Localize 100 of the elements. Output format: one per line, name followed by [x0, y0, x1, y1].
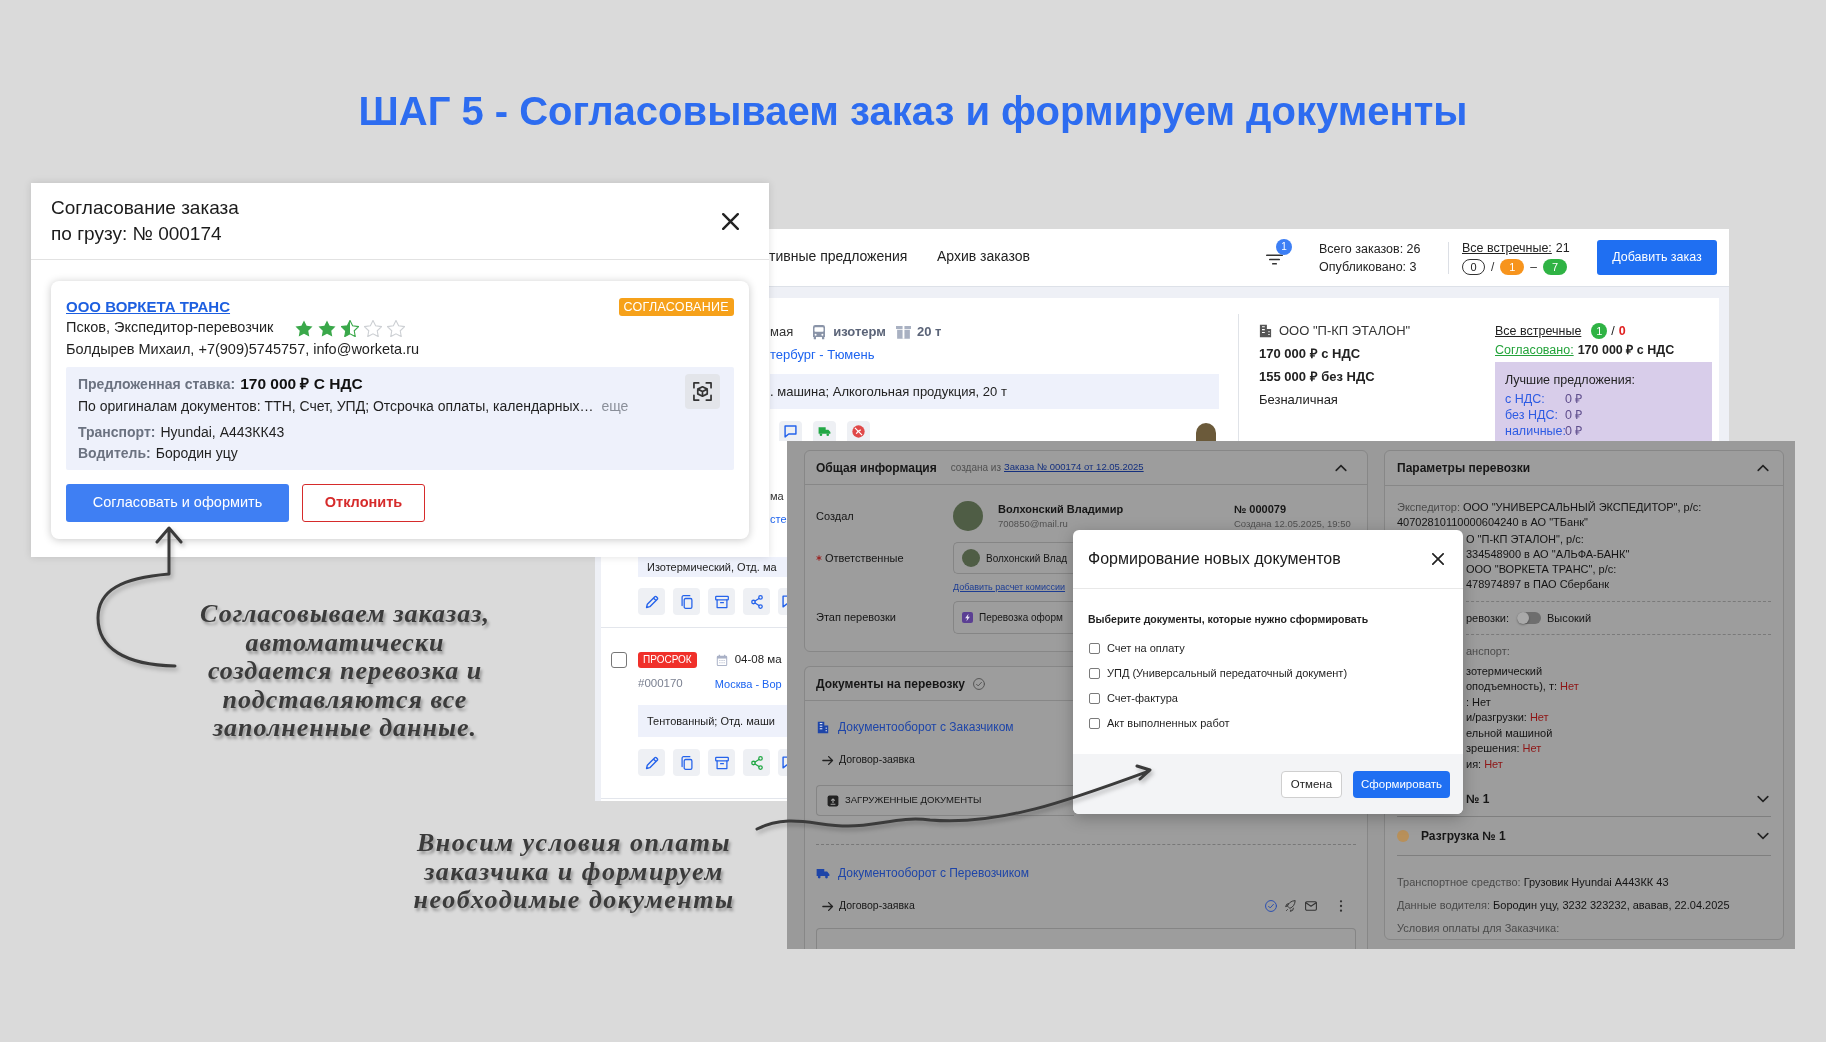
- rejected-count: 0: [1618, 322, 1626, 340]
- checkbox[interactable]: [1089, 643, 1100, 654]
- truck-icon: [818, 424, 831, 438]
- field-value: Высокий: [1547, 610, 1592, 626]
- field-label: ия:: [1466, 756, 1482, 772]
- building-icon: [1259, 324, 1272, 338]
- annotation-text: Согласовываем заказаз, автоматически создается перевозка и подставляются все заполненные данные.: [199, 600, 491, 743]
- chevron-down-icon[interactable]: [1757, 831, 1769, 840]
- tab[interactable]: тивные предложения: [769, 229, 908, 287]
- created-date: Создана 12.05.2025, 19:50: [1234, 517, 1351, 530]
- cancel-button[interactable]: Отмена: [1281, 771, 1342, 798]
- source-label: создана из: [950, 461, 1001, 475]
- route-link[interactable]: сте: [770, 512, 787, 526]
- building-icon: [816, 720, 830, 734]
- chevron-down-icon[interactable]: [1757, 794, 1769, 803]
- cancel-button[interactable]: [847, 421, 870, 441]
- approve-button[interactable]: Согласовать и оформить: [66, 484, 289, 522]
- detail-value: Бородин уцу: [155, 443, 238, 463]
- chevron-up-icon[interactable]: [1335, 463, 1347, 472]
- count-chip: 1: [1500, 259, 1525, 275]
- contact-text: Болдырев Михаил, +7(909)5745757, info@worketa.ru: [66, 340, 420, 360]
- chat-button[interactable]: [779, 421, 802, 441]
- scan-button[interactable]: [685, 374, 720, 409]
- truck-button[interactable]: [813, 421, 836, 441]
- mail-icon[interactable]: [1305, 901, 1317, 911]
- route-link[interactable]: Москва - Вор: [714, 675, 782, 693]
- checkbox[interactable]: [1089, 668, 1100, 679]
- copy-button[interactable]: [673, 749, 700, 776]
- agreed-link[interactable]: Согласовано:: [1495, 340, 1574, 360]
- filter-icon[interactable]: [1266, 253, 1283, 265]
- lightning-icon: [962, 612, 973, 623]
- checkbox[interactable]: [1089, 693, 1100, 704]
- cancel-icon: [852, 424, 865, 438]
- chat-icon: [784, 424, 797, 438]
- field-value: Бородин уцу, 3232 323232, ававав, 22.04.2025: [1493, 898, 1730, 914]
- star-icon: [295, 319, 314, 337]
- order-date: 04-08 ма: [734, 652, 782, 668]
- order-stat: Всего заказов: 26: [1319, 240, 1421, 258]
- counter-offers-link[interactable]: Все встречные:: [1462, 238, 1552, 258]
- add-commission-link[interactable]: Добавить расчет комиссии: [953, 580, 1066, 594]
- field-label: Транспортное средство:: [1397, 875, 1521, 891]
- close-icon[interactable]: [722, 212, 739, 230]
- generate-button[interactable]: Сформировать: [1353, 771, 1450, 798]
- cube-icon: [693, 382, 712, 401]
- upload-label: ЗАГРУЖЕННЫЕ ДОКУМЕНТЫ: [845, 793, 982, 808]
- edit-button[interactable]: [638, 749, 665, 776]
- close-icon[interactable]: [1432, 553, 1444, 565]
- avatar-photo: [962, 549, 980, 567]
- kebab-menu-icon[interactable]: [1339, 900, 1343, 912]
- source-link[interactable]: Заказа № 000174 от 12.05.2025: [1004, 460, 1144, 475]
- field-value: 334548900 в АО "АЛЬФА-БАНК": [1466, 547, 1630, 562]
- field-value: 478974897 в ПАО Сбербанк: [1466, 577, 1610, 592]
- field-value: О "П-КП ЭТАЛОН", р/с:: [1466, 532, 1584, 547]
- field-value: Волхонский Влад: [986, 551, 1068, 566]
- route-link[interactable]: тербург - Тюмень: [770, 345, 875, 365]
- chevron-up-icon[interactable]: [1757, 464, 1769, 472]
- option-label: Акт выполненных работ: [1107, 716, 1230, 732]
- field-label: Данные водителя:: [1397, 898, 1491, 914]
- more-link[interactable]: еще: [601, 395, 629, 417]
- checkbox[interactable]: [611, 652, 627, 668]
- toggle-switch[interactable]: [1517, 612, 1541, 624]
- archive-button[interactable]: [708, 588, 735, 615]
- avatar-photo: [953, 501, 983, 531]
- order-date: ма: [770, 489, 784, 503]
- rate-label: Предложенная ставка:: [78, 374, 236, 394]
- company-description: Псков, Экспедитор-перевозчик: [66, 318, 274, 338]
- creator-email: 700850@mail.ru: [998, 517, 1068, 530]
- field-label: Этап перевозки: [816, 610, 896, 626]
- offer-value: 0 ₽: [1565, 422, 1583, 440]
- responsible-field[interactable]: Волхонский Влад: [953, 542, 1073, 574]
- archive-button[interactable]: [708, 749, 735, 776]
- price-text: 170 000 ₽ с НДС: [1259, 345, 1361, 363]
- edit-button[interactable]: [638, 588, 665, 615]
- share-button[interactable]: [743, 588, 770, 615]
- option-label: УПД (Универсальный передаточный документ): [1107, 666, 1348, 682]
- order-stat: Опубликовано: 3: [1319, 258, 1417, 276]
- modal-prompt: Выберите документы, которые нужно сформировать: [1088, 612, 1369, 627]
- star-icon: [318, 319, 337, 337]
- checkbox[interactable]: [1089, 718, 1100, 729]
- document-name: Договор-заявка: [839, 898, 915, 914]
- copy-button[interactable]: [673, 588, 700, 615]
- field-label: зотермический: [1466, 663, 1543, 679]
- field-value: Нет: [1484, 756, 1503, 772]
- customer-name: ООО "П-КП ЭТАЛОН": [1279, 322, 1411, 341]
- add-order-button[interactable]: Добавить заказ: [1597, 240, 1717, 275]
- field-value: Нет: [1472, 694, 1491, 710]
- rocket-icon[interactable]: [1285, 900, 1297, 912]
- share-button[interactable]: [743, 749, 770, 776]
- bus-icon: [812, 324, 827, 340]
- tab[interactable]: Архив заказов: [937, 229, 1030, 287]
- company-link[interactable]: ООО ВОРКЕТА ТРАНС: [66, 297, 231, 317]
- reject-button[interactable]: Отклонить: [302, 484, 425, 522]
- annotation-text: Вносим условия оплаты заказчика и формируем необходимые документы: [412, 829, 736, 915]
- check-circle-icon[interactable]: [1265, 900, 1277, 912]
- field-label: :: [1466, 694, 1470, 710]
- offer-label: без НДС:: [1505, 406, 1558, 424]
- counter-offers-link[interactable]: Все встречные: [1495, 321, 1582, 341]
- separator-text: –: [1530, 259, 1538, 276]
- stage-field[interactable]: Перевозка оформ: [953, 601, 1073, 634]
- star-icon: [387, 319, 406, 337]
